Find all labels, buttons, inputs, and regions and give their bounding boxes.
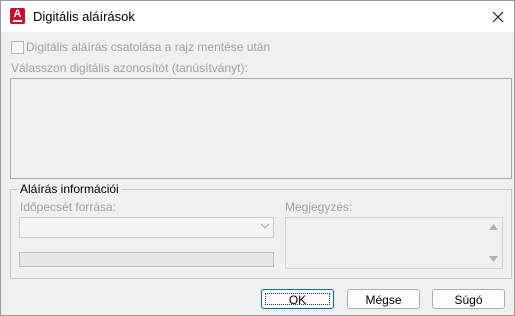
chevron-down-icon — [260, 223, 270, 229]
signature-info-title: Aláírás információi — [18, 182, 121, 196]
dialog-title: Digitális aláírások — [33, 9, 135, 24]
cancel-button[interactable]: Mégse — [347, 289, 420, 309]
ok-button[interactable]: OK — [261, 289, 334, 309]
ok-button-label: OK — [288, 293, 307, 307]
help-button[interactable]: Súgó — [432, 289, 505, 309]
cancel-button-label: Mégse — [365, 293, 402, 307]
digital-signatures-dialog: A Digitális aláírások Digitális aláírás … — [0, 0, 515, 316]
digital-id-list[interactable] — [10, 78, 512, 179]
autocad-app-icon: A — [10, 8, 25, 24]
attach-signature-label: Digitális aláírás csatolása a rajz menté… — [26, 40, 271, 54]
close-button[interactable] — [485, 5, 511, 29]
comment-field[interactable] — [285, 217, 503, 269]
timestamp-source-label: Időpecsét forrása: — [20, 200, 117, 214]
app-icon-letter: A — [13, 8, 22, 20]
title-bar: A Digitális aláírások — [1, 1, 514, 32]
attach-signature-checkbox[interactable] — [11, 41, 24, 54]
scroll-up-arrow-icon[interactable] — [489, 224, 498, 230]
signature-info-group: Aláírás információi Időpecsét forrása: M… — [10, 182, 512, 279]
close-icon — [492, 11, 504, 23]
comment-label: Megjegyzés: — [285, 200, 353, 214]
timestamp-progress-bar — [19, 252, 274, 267]
scroll-down-arrow-icon[interactable] — [489, 256, 498, 262]
timestamp-source-dropdown[interactable] — [19, 217, 274, 238]
help-button-label: Súgó — [454, 293, 483, 307]
select-digital-id-label: Válasszon digitális azonosítót (tanúsítv… — [11, 61, 248, 75]
